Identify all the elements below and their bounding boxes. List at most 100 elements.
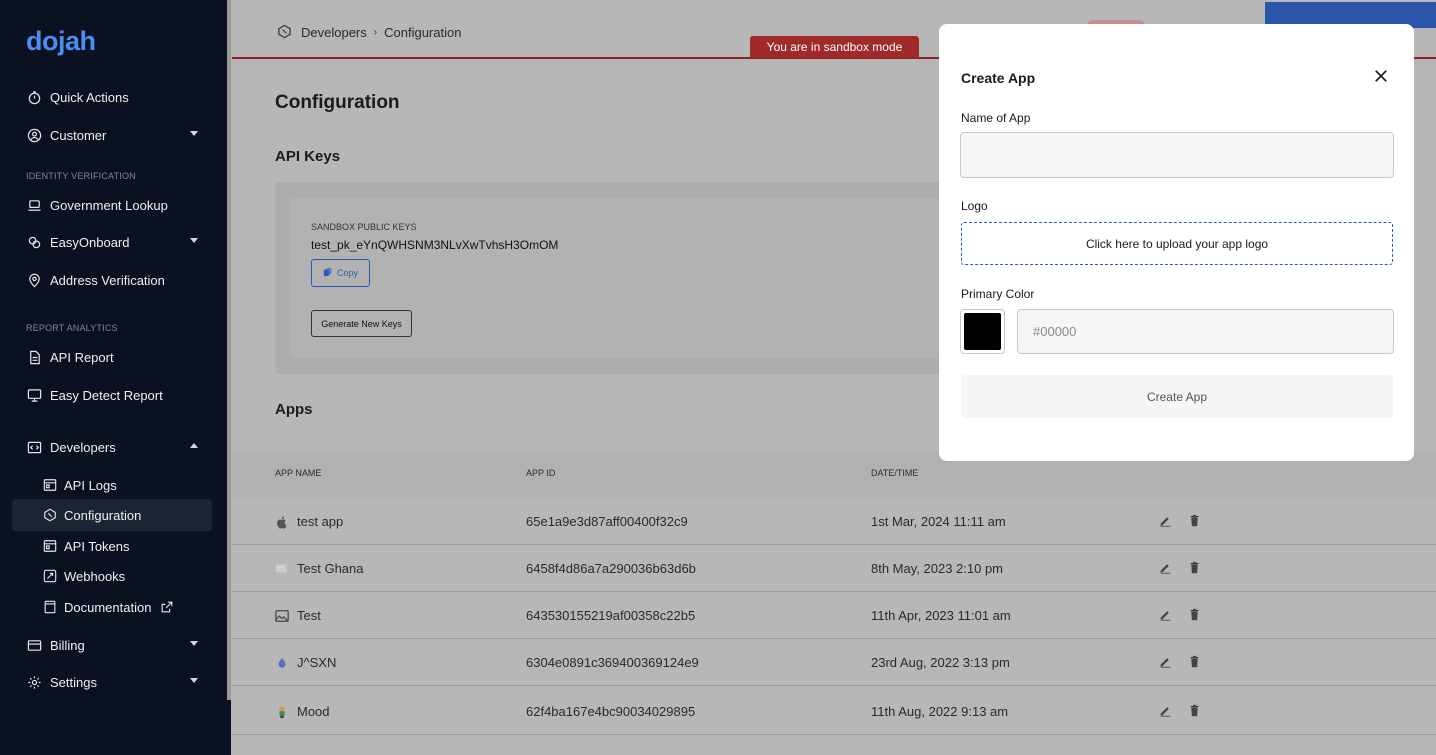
sandbox-keys-label: SANDBOX PUBLIC KEYS [311, 222, 417, 232]
generate-new-keys-button[interactable]: Generate New Keys [311, 310, 412, 337]
drop-icon [275, 656, 289, 670]
sidebar-item-label: Billing [50, 637, 85, 653]
sidebar-item-label: Settings [50, 674, 97, 690]
app-id-cell: 6304e0891c369400369124e9 [526, 655, 699, 670]
sidebar-subitem-api-tokens[interactable]: API Tokens [42, 538, 130, 554]
app-name-cell: J^SXN [275, 655, 336, 670]
chevron-down-icon [190, 678, 198, 683]
sidebar-item-label: Address Verification [50, 272, 165, 288]
app-id-cell: 643530155219af00358c22b5 [526, 608, 696, 623]
section-label-identity: IDENTITY VERIFICATION [26, 171, 136, 181]
sidebar-item-label: API Tokens [64, 538, 130, 554]
app-logo-thumbnail [275, 562, 289, 576]
edit-icon[interactable] [1159, 608, 1172, 626]
app-name-input[interactable] [960, 132, 1394, 178]
primary-color-label: Primary Color [961, 287, 1035, 301]
column-header-app-name: APP NAME [275, 468, 322, 478]
monitor-icon [26, 387, 42, 403]
character-icon [275, 705, 289, 719]
primary-color-input[interactable] [1017, 309, 1394, 354]
laptop-icon [26, 197, 42, 213]
image-icon [275, 609, 289, 623]
sidebar-subitem-api-logs[interactable]: API Logs [42, 477, 117, 493]
sidebar-item-customer[interactable]: Customer [26, 127, 198, 143]
sidebar-item-label: EasyOnboard [50, 234, 130, 250]
edit-icon[interactable] [1159, 704, 1172, 722]
sidebar-item-label: Configuration [64, 507, 142, 523]
table-row: J^SXN 6304e0891c369400369124e9 23rd Aug,… [232, 639, 1436, 686]
sandbox-mode-banner: You are in sandbox mode [750, 36, 919, 58]
sidebar-item-easyonboard[interactable]: EasyOnboard [26, 234, 198, 250]
row-actions [1159, 704, 1201, 722]
chevron-down-icon [190, 641, 198, 646]
app-date-cell: 1st Mar, 2024 11:11 am [871, 514, 1006, 529]
breadcrumb: Developers › Configuration [277, 24, 461, 40]
app-date-cell: 11th Aug, 2022 9:13 am [871, 704, 1009, 719]
sidebar-item-quick-actions[interactable]: Quick Actions [26, 89, 198, 105]
trash-icon[interactable] [1188, 561, 1201, 579]
logo-upload-area[interactable]: Click here to upload your app logo [961, 222, 1393, 265]
color-picker-swatch[interactable] [960, 309, 1005, 354]
gear-icon [26, 674, 42, 690]
sandbox-public-key: test_pk_eYnQWHSNM3NLvXwTvhsH3OmOM [311, 238, 559, 252]
app-date-cell: 11th Apr, 2023 11:01 am [871, 608, 1011, 623]
api-keys-panel: SANDBOX PUBLIC KEYS test_pk_eYnQWHSNM3NL… [275, 182, 980, 374]
sidebar-item-label: Developers [50, 439, 116, 455]
column-header-date: DATE/TIME [871, 468, 919, 478]
color-swatch-fill [964, 313, 1001, 350]
row-actions [1159, 514, 1201, 532]
sidebar-item-government-lookup[interactable]: Government Lookup [26, 197, 198, 213]
app-date-cell: 8th May, 2023 2:10 pm [871, 561, 1004, 576]
external-link-icon [159, 599, 175, 615]
link-icon [26, 234, 42, 250]
trash-icon[interactable] [1188, 655, 1201, 673]
sidebar-item-label: Documentation [64, 599, 152, 615]
table-row: test app 65e1a9e3d87aff00400f32c9 1st Ma… [232, 498, 1436, 545]
close-modal-button[interactable] [1371, 67, 1391, 87]
trash-icon[interactable] [1188, 514, 1201, 532]
sidebar-item-label: Government Lookup [50, 197, 168, 213]
dojah-logo[interactable]: dojah [26, 26, 96, 57]
sidebar-subitem-documentation[interactable]: Documentation [42, 599, 175, 615]
column-header-app-id: APP ID [526, 468, 556, 478]
sidebar-subitem-configuration[interactable]: Configuration [42, 507, 141, 523]
sidebar-scrollbar[interactable] [227, 0, 231, 700]
trash-icon[interactable] [1188, 704, 1201, 722]
edit-icon[interactable] [1159, 655, 1172, 673]
sidebar-item-label: API Logs [64, 477, 117, 493]
app-id-cell: 6458f4d86a7a290036b63d6b [526, 561, 696, 576]
row-actions [1159, 655, 1201, 673]
copy-icon [323, 267, 333, 279]
api-keys-card: SANDBOX PUBLIC KEYS test_pk_eYnQWHSNM3NL… [290, 198, 980, 358]
modal-title: Create App [961, 70, 1036, 86]
breadcrumb-developers[interactable]: Developers [301, 25, 367, 40]
copy-label: Copy [336, 268, 358, 278]
sidebar-item-api-report[interactable]: API Report [26, 349, 198, 365]
page-title: Configuration [275, 92, 400, 113]
sidebar-item-easy-detect-report[interactable]: Easy Detect Report [26, 387, 198, 403]
sidebar-item-label: Easy Detect Report [50, 387, 163, 403]
sidebar-subitem-webhooks[interactable]: Webhooks [42, 568, 125, 584]
trash-icon[interactable] [1188, 608, 1201, 626]
app-name-cell: Test [275, 608, 321, 623]
apps-heading: Apps [275, 401, 313, 418]
api-keys-heading: API Keys [275, 148, 341, 165]
table-row: Mood 62f4ba167e4bc90034029895 11th Aug, … [232, 688, 1436, 735]
sidebar: dojah Quick Actions Customer IDENTITY VE… [0, 0, 231, 755]
section-label-report: REPORT ANALYTICS [26, 323, 118, 333]
sidebar-item-label: Quick Actions [50, 89, 129, 105]
breadcrumb-configuration: Configuration [384, 24, 462, 40]
browser-icon [42, 538, 58, 554]
sidebar-item-settings[interactable]: Settings [26, 674, 198, 690]
create-app-button[interactable]: Create App [961, 375, 1393, 418]
webhook-icon [42, 568, 58, 584]
edit-icon[interactable] [1159, 514, 1172, 532]
sidebar-item-developers[interactable]: Developers [26, 439, 198, 455]
copy-key-button[interactable]: Copy [311, 259, 370, 287]
logo-label: Logo [961, 199, 988, 213]
document-icon [26, 349, 42, 365]
edit-icon[interactable] [1159, 561, 1172, 579]
sidebar-item-address-verification[interactable]: Address Verification [26, 272, 198, 288]
sidebar-item-billing[interactable]: Billing [26, 637, 198, 653]
app-name-label: Name of App [961, 111, 1031, 125]
